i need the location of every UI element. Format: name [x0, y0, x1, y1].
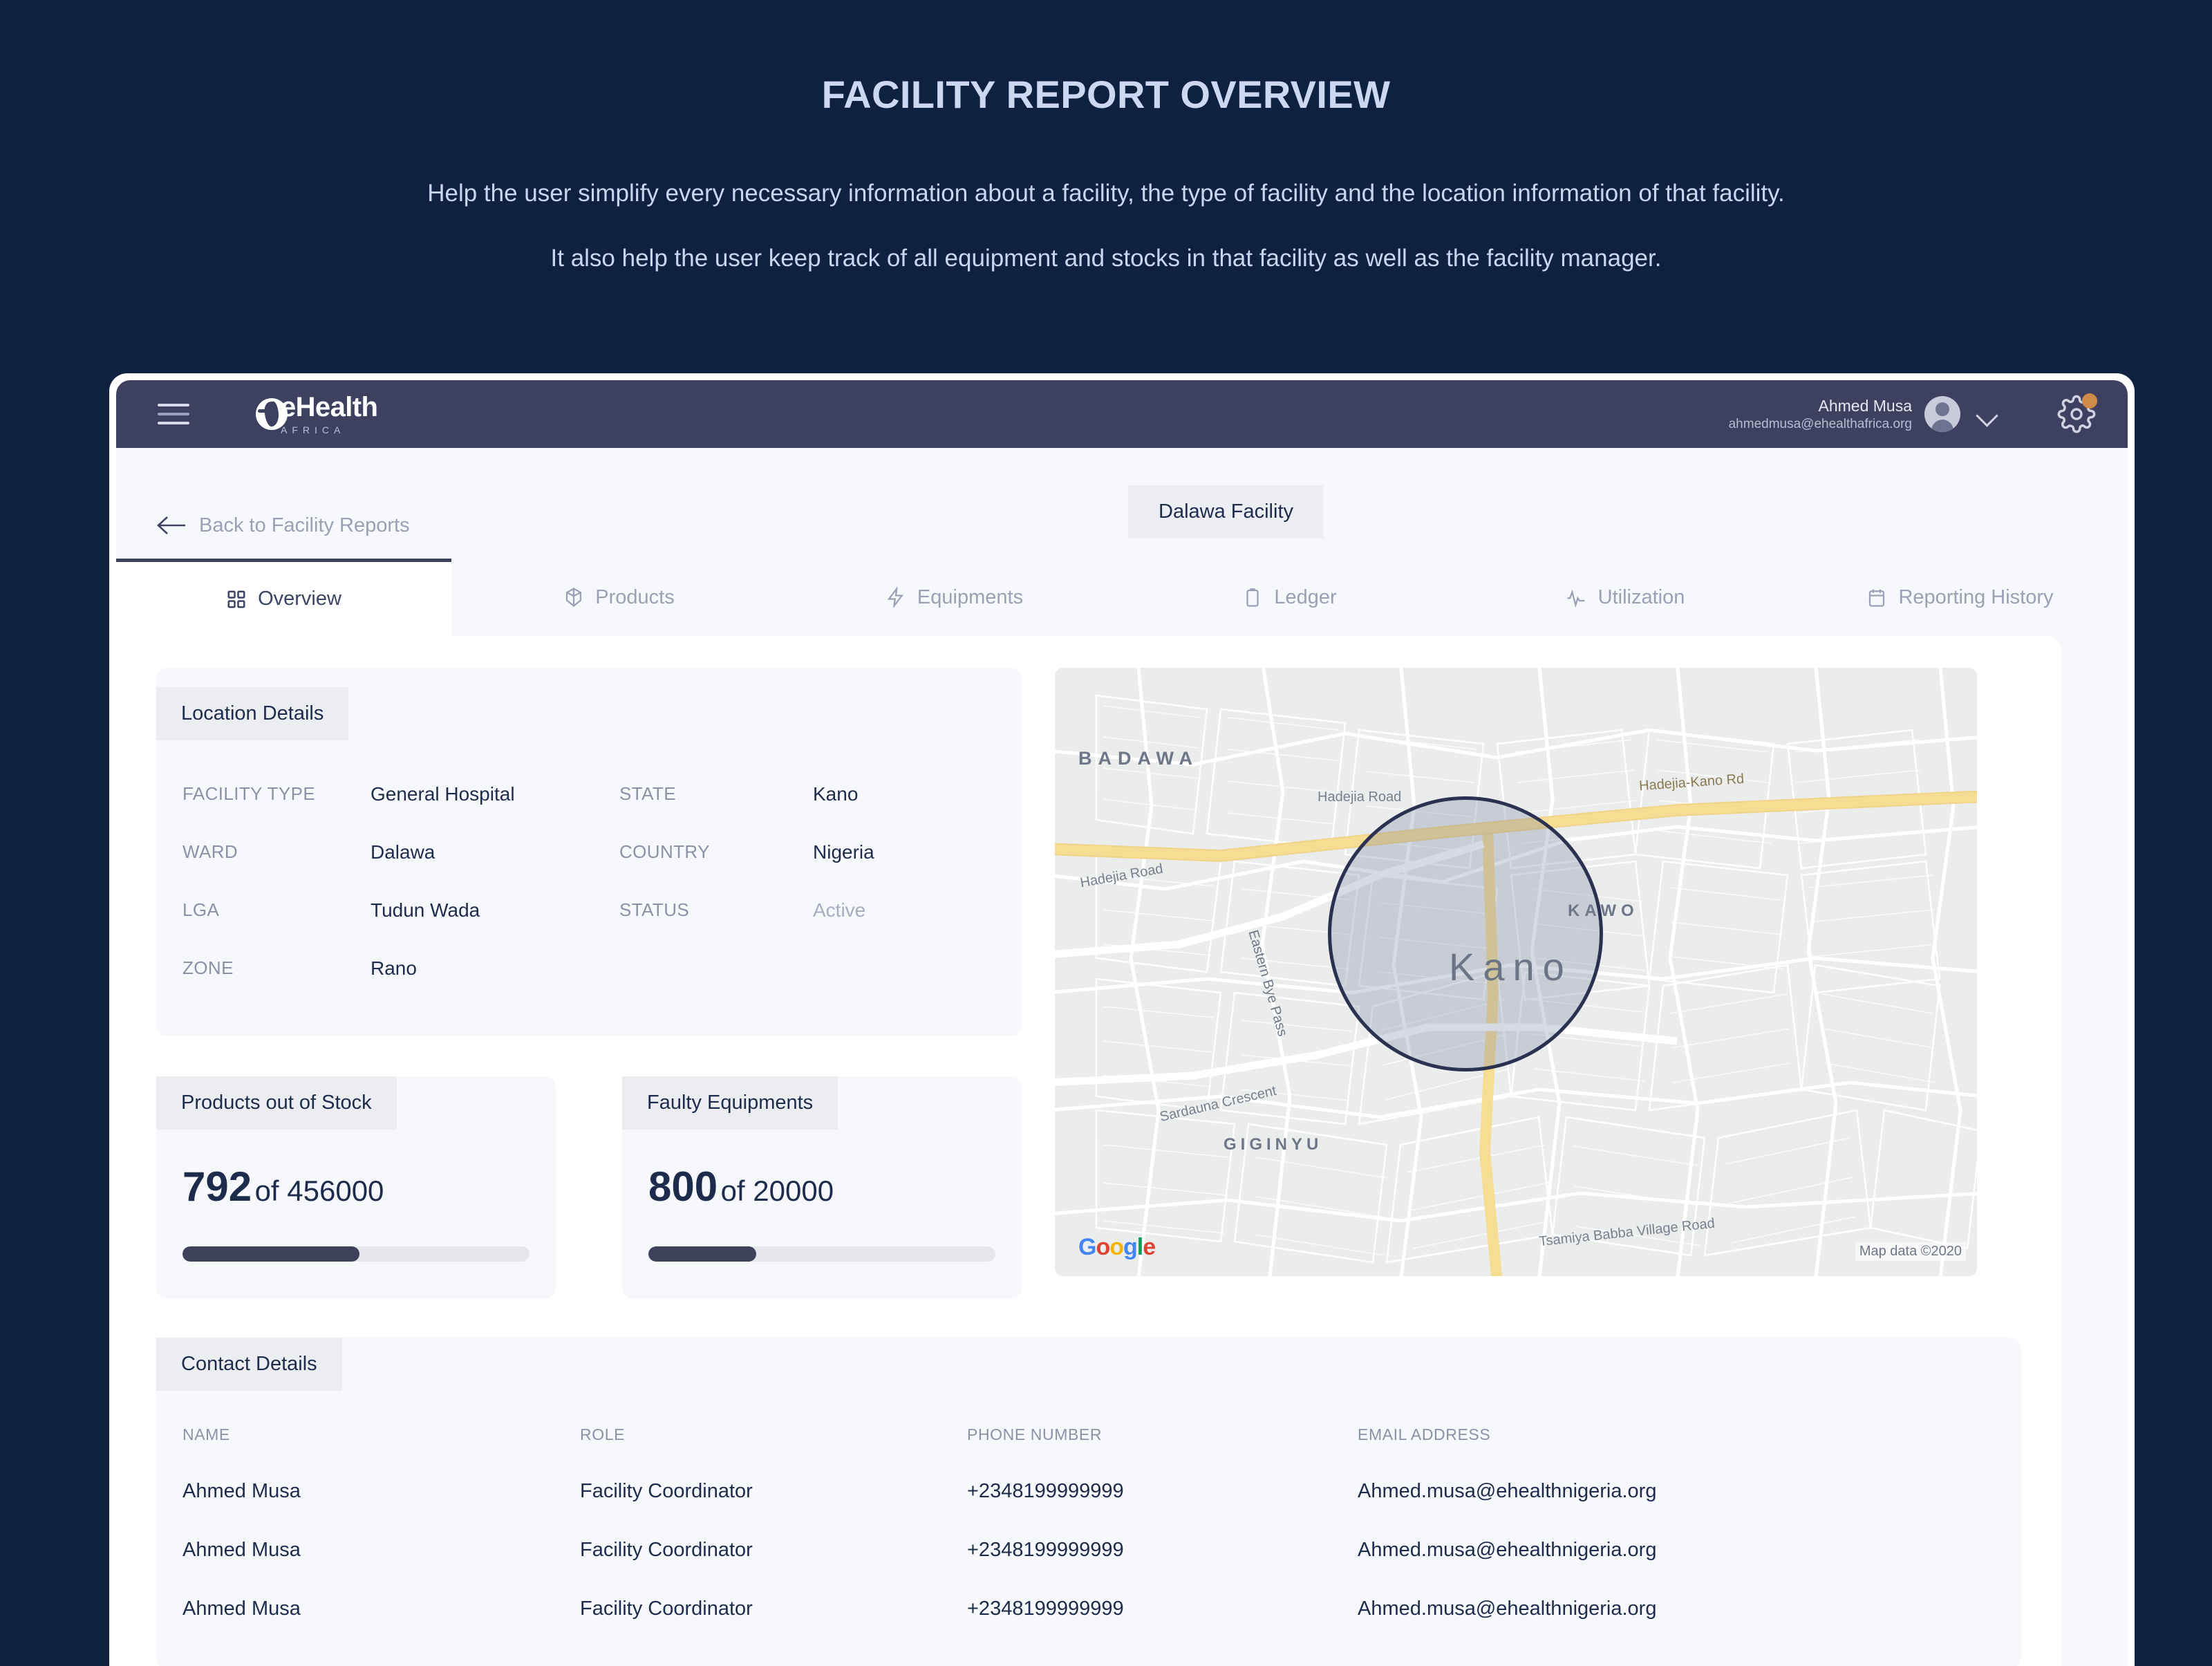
location-field-key: STATE — [619, 783, 676, 804]
notification-dot — [2082, 393, 2097, 409]
table-row: Ahmed.musa@ehealthnigeria.org — [1358, 1598, 1657, 1620]
location-field-key: FACILITY TYPE — [182, 783, 316, 804]
table-row: Ahmed Musa — [182, 1539, 301, 1561]
intro-paragraph-2: It also help the user keep track of all … — [550, 244, 1662, 272]
browser-frame: eHealth AFRICA Ahmed Musa ahmedmusa@ehea… — [109, 373, 2135, 1666]
table-row: +2348199999999 — [967, 1598, 1124, 1620]
logo-name: eHealth — [281, 391, 378, 422]
table-row: Facility Coordinator — [580, 1539, 753, 1561]
tab-label: Utilization — [1597, 586, 1685, 608]
progress-bar-fill — [182, 1246, 360, 1262]
app-window: eHealth AFRICA Ahmed Musa ahmedmusa@ehea… — [116, 380, 2128, 1666]
table-row: Facility Coordinator — [580, 1598, 753, 1620]
intro-paragraph-1: Help the user simplify every necessary i… — [427, 180, 1785, 207]
location-field-value: General Hospital — [371, 783, 515, 805]
facility-location-highlight-circle — [1328, 796, 1603, 1071]
table-row: Ahmed Musa — [182, 1480, 301, 1502]
google-logo: Google — [1078, 1234, 1156, 1260]
calendar-icon — [1866, 587, 1887, 608]
grid-icon — [226, 589, 247, 610]
hamburger-menu-icon[interactable] — [158, 404, 189, 424]
tab-label: Overview — [258, 588, 341, 610]
tab-products[interactable]: Products — [451, 559, 787, 636]
column-header-phone: PHONE NUMBER — [967, 1425, 1103, 1443]
bolt-icon — [885, 587, 906, 608]
location-field-key: WARD — [182, 841, 238, 862]
avatar[interactable] — [1924, 396, 1960, 432]
contact-table: NAME ROLE PHONE NUMBER EMAIL ADDRESS Ahm… — [156, 1391, 2021, 1620]
tab-overview[interactable]: Overview — [116, 559, 451, 636]
stat-card-products-out-of-stock: Products out of Stock 792 of 456000 — [156, 1076, 556, 1299]
tab-label: Equipments — [917, 586, 1024, 608]
table-row: Ahmed Musa — [182, 1598, 301, 1620]
location-field-value: Kano — [813, 783, 859, 805]
pulse-icon — [1565, 587, 1587, 608]
tab-label: Ledger — [1274, 586, 1337, 608]
tab-bar: Overview Products Equipments Ledger Util… — [116, 559, 2128, 636]
tab-content-overview: Location Details FACILITY TYPE General H… — [116, 636, 2061, 1666]
stat-value: 792 — [182, 1163, 252, 1210]
facility-name-chip[interactable]: Dalawa Facility — [1128, 485, 1324, 539]
arrow-left-icon — [157, 516, 185, 534]
tab-reporting-history[interactable]: Reporting History — [1792, 559, 2128, 636]
tab-utilization[interactable]: Utilization — [1457, 559, 1792, 636]
globe-africa-icon — [256, 398, 288, 430]
location-field-key: COUNTRY — [619, 841, 710, 862]
location-field-key-empty — [619, 939, 813, 998]
location-details-grid: FACILITY TYPE General Hospital STATE Kan… — [156, 740, 1022, 998]
location-field-value: Rano — [371, 957, 417, 979]
app-navbar: eHealth AFRICA Ahmed Musa ahmedmusa@ehea… — [116, 380, 2128, 448]
box-icon — [563, 587, 584, 608]
stat-card-title: Faulty Equipments — [622, 1076, 838, 1130]
location-details-title: Location Details — [156, 687, 349, 740]
clipboard-icon — [1242, 587, 1263, 608]
status-badge: Active — [813, 899, 866, 921]
progress-bar-track — [648, 1246, 995, 1262]
tab-label: Products — [595, 586, 675, 608]
logo-subtitle: AFRICA — [281, 424, 346, 436]
progress-bar-fill — [648, 1246, 756, 1262]
table-row: Ahmed.musa@ehealthnigeria.org — [1358, 1480, 1657, 1502]
table-row: Facility Coordinator — [580, 1480, 753, 1502]
page-title: FACILITY REPORT OVERVIEW — [821, 73, 1391, 116]
location-field-value-empty — [813, 939, 995, 998]
location-field-key: STATUS — [619, 899, 690, 920]
location-field-value: Tudun Wada — [371, 899, 480, 921]
tab-equipments[interactable]: Equipments — [787, 559, 1122, 636]
contact-details-title: Contact Details — [156, 1338, 342, 1391]
table-row: +2348199999999 — [967, 1539, 1124, 1561]
location-field-key: LGA — [182, 899, 220, 920]
back-to-facility-reports-link[interactable]: Back to Facility Reports — [156, 513, 410, 538]
progress-bar-track — [182, 1246, 529, 1262]
map-attribution: Map data ©2020 — [1855, 1242, 1966, 1261]
stat-card-title: Products out of Stock — [156, 1076, 397, 1130]
stat-value: 800 — [648, 1163, 718, 1210]
contact-details-panel: Contact Details NAME ROLE PHONE NUMBER E… — [156, 1338, 2021, 1666]
location-details-panel: Location Details FACILITY TYPE General H… — [156, 668, 1022, 1036]
ehealth-africa-logo: eHealth AFRICA — [256, 391, 378, 436]
page-header: Back to Facility Reports Dalawa Facility — [116, 448, 2128, 559]
facility-location-map[interactable]: BADAWA KAWO Kano GIGINYU Hadejia Road Ha… — [1055, 668, 1977, 1276]
stat-card-faulty-equipments: Faulty Equipments 800 of 20000 — [622, 1076, 1022, 1299]
intro-section: FACILITY REPORT OVERVIEW Help the user s… — [0, 0, 2212, 275]
column-header-name: NAME — [182, 1425, 230, 1443]
location-field-value: Nigeria — [813, 841, 874, 863]
location-field-value: Dalawa — [371, 841, 435, 863]
back-label: Back to Facility Reports — [199, 514, 410, 536]
column-header-email: EMAIL ADDRESS — [1358, 1425, 1491, 1443]
user-name: Ahmed Musa — [1818, 396, 1912, 415]
stat-total: of 20000 — [720, 1174, 834, 1207]
chevron-down-icon[interactable] — [1976, 402, 1999, 426]
tab-label: Reporting History — [1898, 586, 2054, 608]
stat-total: of 456000 — [254, 1174, 384, 1207]
user-email: ahmedmusa@ehealthafrica.org — [1728, 416, 1912, 431]
tab-ledger[interactable]: Ledger — [1122, 559, 1457, 636]
stat-card-row: Products out of Stock 792 of 456000 Faul… — [156, 1076, 1022, 1299]
location-field-key: ZONE — [182, 957, 234, 978]
column-header-role: ROLE — [580, 1425, 626, 1443]
settings-gear-button[interactable] — [2057, 393, 2097, 433]
table-row: +2348199999999 — [967, 1480, 1124, 1502]
user-info[interactable]: Ahmed Musa ahmedmusa@ehealthafrica.org — [1729, 396, 1912, 433]
table-row: Ahmed.musa@ehealthnigeria.org — [1358, 1539, 1657, 1561]
